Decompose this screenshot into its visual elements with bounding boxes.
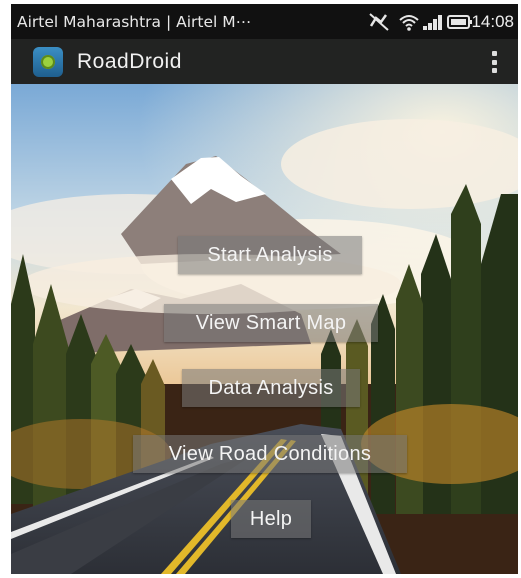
data-analysis-button[interactable]: Data Analysis <box>182 369 360 407</box>
app-logo-icon[interactable] <box>33 46 63 77</box>
notification-off-icon <box>369 13 389 31</box>
start-analysis-button[interactable]: Start Analysis <box>178 236 362 274</box>
help-button[interactable]: Help <box>231 500 311 538</box>
battery-icon <box>447 15 472 29</box>
view-smart-map-button[interactable]: View Smart Map <box>164 304 378 342</box>
signal-icon <box>423 15 441 30</box>
status-icons-right <box>423 10 473 34</box>
action-bar: RoadDroid <box>11 39 518 84</box>
phone-screen: Airtel Maharashtra | Airtel M⋯ 14:08 Roa… <box>11 4 518 574</box>
app-title: RoadDroid <box>77 49 182 73</box>
overflow-menu-icon[interactable] <box>492 51 498 73</box>
carrier-name: Airtel Maharashtra | Airtel M⋯ <box>17 12 252 31</box>
clock: 14:08 <box>471 12 514 31</box>
wifi-icon <box>399 15 419 31</box>
view-road-conditions-button[interactable]: View Road Conditions <box>133 435 407 473</box>
status-bar: Airtel Maharashtra | Airtel M⋯ 14:08 <box>11 4 518 39</box>
